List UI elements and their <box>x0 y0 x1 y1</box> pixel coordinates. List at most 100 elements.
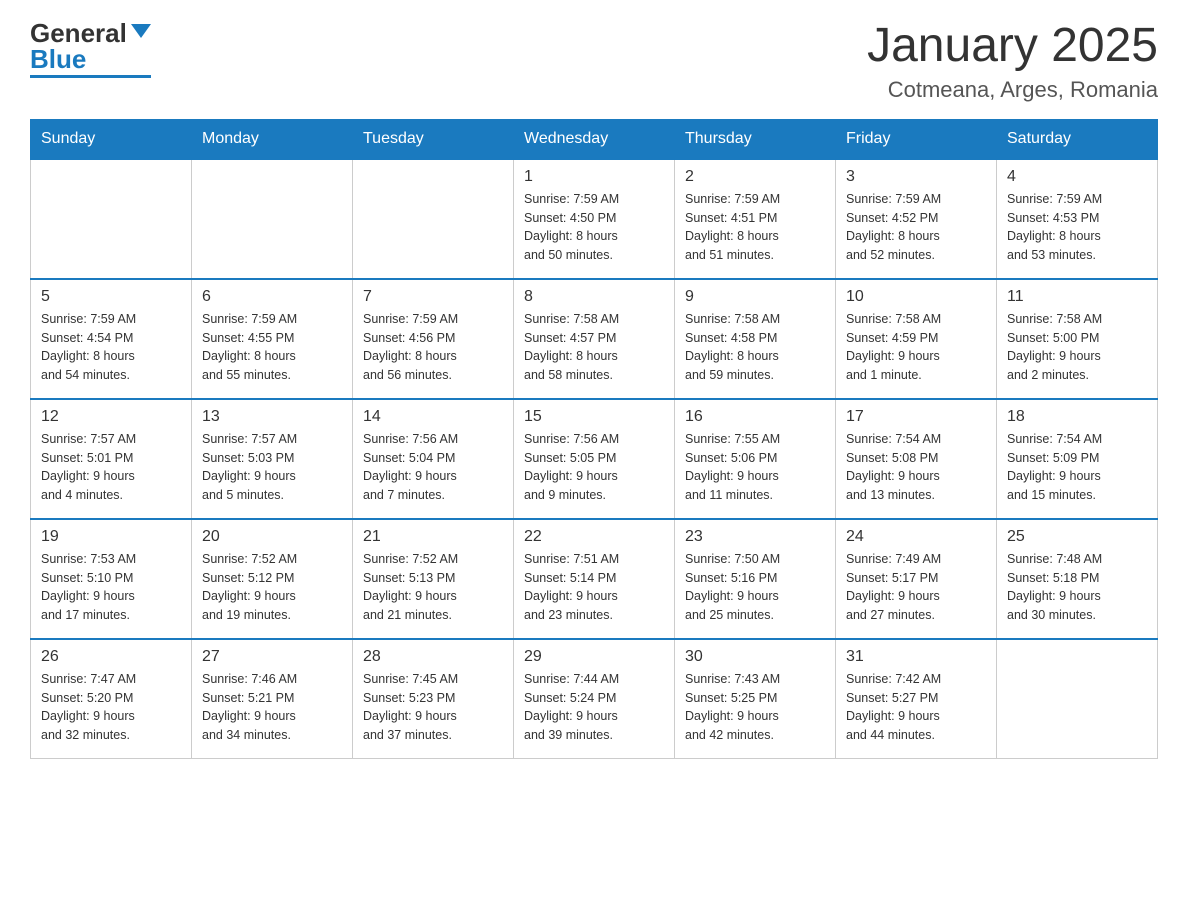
calendar-cell: 13 Sunrise: 7:57 AM Sunset: 5:03 PM Dayli… <box>192 399 353 519</box>
calendar-cell: 12Sunrise: 7:57 AM Sunset: 5:01 PM Dayli… <box>31 399 192 519</box>
day-number: 3 <box>846 168 986 186</box>
day-info: Sunrise: 7:44 AM Sunset: 5:24 PM Dayligh… <box>524 670 664 745</box>
calendar-cell <box>31 159 192 279</box>
calendar-cell: 24Sunrise: 7:49 AM Sunset: 5:17 PM Dayli… <box>836 519 997 639</box>
day-info: Sunrise: 7:52 AM Sunset: 5:13 PM Dayligh… <box>363 550 503 625</box>
day-number: 19 <box>41 528 181 546</box>
calendar-cell: 21 Sunrise: 7:52 AM Sunset: 5:13 PM Dayli… <box>353 519 514 639</box>
calendar-cell <box>353 159 514 279</box>
day-info: Sunrise: 7:58 AM Sunset: 4:59 PM Dayligh… <box>846 310 986 385</box>
day-number: 12 <box>41 408 181 426</box>
day-header-saturday: Saturday <box>997 119 1158 159</box>
day-number: 14 <box>363 408 503 426</box>
day-number: 2 <box>685 168 825 186</box>
calendar-week-row: 5Sunrise: 7:59 AM Sunset: 4:54 PM Daylig… <box>31 279 1158 399</box>
subtitle: Cotmeana, Arges, Romania <box>867 77 1158 103</box>
calendar-cell <box>997 639 1158 759</box>
day-header-monday: Monday <box>192 119 353 159</box>
day-info: Sunrise: 7:57 AM Sunset: 5:03 PM Dayligh… <box>202 430 342 505</box>
day-info: Sunrise: 7:59 AM Sunset: 4:51 PM Dayligh… <box>685 190 825 265</box>
day-info: Sunrise: 7:59 AM Sunset: 4:50 PM Dayligh… <box>524 190 664 265</box>
calendar-cell: 6 Sunrise: 7:59 AM Sunset: 4:55 PM Daylig… <box>192 279 353 399</box>
day-number: 11 <box>1007 288 1147 306</box>
logo-underline <box>30 75 151 78</box>
calendar-cell: 30Sunrise: 7:43 AM Sunset: 5:25 PM Dayli… <box>675 639 836 759</box>
day-info: Sunrise: 7:58 AM Sunset: 4:57 PM Dayligh… <box>524 310 664 385</box>
page-title: January 2025 <box>867 20 1158 73</box>
day-info: Sunrise: 7:59 AM Sunset: 4:55 PM Dayligh… <box>202 310 342 385</box>
day-info: Sunrise: 7:47 AM Sunset: 5:20 PM Dayligh… <box>41 670 181 745</box>
day-info: Sunrise: 7:53 AM Sunset: 5:10 PM Dayligh… <box>41 550 181 625</box>
calendar-cell: 31 Sunrise: 7:42 AM Sunset: 5:27 PM Dayli… <box>836 639 997 759</box>
day-number: 1 <box>524 168 664 186</box>
day-info: Sunrise: 7:59 AM Sunset: 4:54 PM Dayligh… <box>41 310 181 385</box>
day-number: 22 <box>524 528 664 546</box>
day-header-tuesday: Tuesday <box>353 119 514 159</box>
day-number: 23 <box>685 528 825 546</box>
calendar-cell: 20 Sunrise: 7:52 AM Sunset: 5:12 PM Dayli… <box>192 519 353 639</box>
day-info: Sunrise: 7:56 AM Sunset: 5:05 PM Dayligh… <box>524 430 664 505</box>
day-number: 9 <box>685 288 825 306</box>
day-number: 24 <box>846 528 986 546</box>
day-number: 6 <box>202 288 342 306</box>
calendar-week-row: 12Sunrise: 7:57 AM Sunset: 5:01 PM Dayli… <box>31 399 1158 519</box>
day-info: Sunrise: 7:59 AM Sunset: 4:56 PM Dayligh… <box>363 310 503 385</box>
day-header-friday: Friday <box>836 119 997 159</box>
day-number: 31 <box>846 648 986 666</box>
day-header-thursday: Thursday <box>675 119 836 159</box>
day-number: 18 <box>1007 408 1147 426</box>
day-info: Sunrise: 7:56 AM Sunset: 5:04 PM Dayligh… <box>363 430 503 505</box>
logo-triangle-icon <box>131 24 151 38</box>
calendar-cell: 29 Sunrise: 7:44 AM Sunset: 5:24 PM Dayli… <box>514 639 675 759</box>
day-info: Sunrise: 7:42 AM Sunset: 5:27 PM Dayligh… <box>846 670 986 745</box>
logo-general-text: General <box>30 20 127 46</box>
calendar-cell: 19 Sunrise: 7:53 AM Sunset: 5:10 PM Dayli… <box>31 519 192 639</box>
calendar-cell: 5Sunrise: 7:59 AM Sunset: 4:54 PM Daylig… <box>31 279 192 399</box>
day-header-sunday: Sunday <box>31 119 192 159</box>
day-info: Sunrise: 7:59 AM Sunset: 4:53 PM Dayligh… <box>1007 190 1147 265</box>
day-info: Sunrise: 7:59 AM Sunset: 4:52 PM Dayligh… <box>846 190 986 265</box>
calendar-cell: 14 Sunrise: 7:56 AM Sunset: 5:04 PM Dayli… <box>353 399 514 519</box>
day-info: Sunrise: 7:46 AM Sunset: 5:21 PM Dayligh… <box>202 670 342 745</box>
day-info: Sunrise: 7:43 AM Sunset: 5:25 PM Dayligh… <box>685 670 825 745</box>
calendar-cell: 1 Sunrise: 7:59 AM Sunset: 4:50 PM Daylig… <box>514 159 675 279</box>
day-number: 28 <box>363 648 503 666</box>
calendar-cell: 9 Sunrise: 7:58 AM Sunset: 4:58 PM Daylig… <box>675 279 836 399</box>
calendar-cell: 22 Sunrise: 7:51 AM Sunset: 5:14 PM Dayli… <box>514 519 675 639</box>
calendar-cell: 3 Sunrise: 7:59 AM Sunset: 4:52 PM Daylig… <box>836 159 997 279</box>
calendar-week-row: 19 Sunrise: 7:53 AM Sunset: 5:10 PM Dayli… <box>31 519 1158 639</box>
calendar-cell <box>192 159 353 279</box>
calendar-cell: 7Sunrise: 7:59 AM Sunset: 4:56 PM Daylig… <box>353 279 514 399</box>
day-number: 13 <box>202 408 342 426</box>
day-info: Sunrise: 7:58 AM Sunset: 5:00 PM Dayligh… <box>1007 310 1147 385</box>
calendar-cell: 11 Sunrise: 7:58 AM Sunset: 5:00 PM Dayli… <box>997 279 1158 399</box>
calendar-cell: 17Sunrise: 7:54 AM Sunset: 5:08 PM Dayli… <box>836 399 997 519</box>
logo-blue-text: Blue <box>30 46 86 72</box>
day-number: 27 <box>202 648 342 666</box>
calendar-cell: 4 Sunrise: 7:59 AM Sunset: 4:53 PM Daylig… <box>997 159 1158 279</box>
calendar-cell: 15 Sunrise: 7:56 AM Sunset: 5:05 PM Dayli… <box>514 399 675 519</box>
calendar-cell: 27 Sunrise: 7:46 AM Sunset: 5:21 PM Dayli… <box>192 639 353 759</box>
calendar-cell: 18 Sunrise: 7:54 AM Sunset: 5:09 PM Dayli… <box>997 399 1158 519</box>
day-number: 4 <box>1007 168 1147 186</box>
day-info: Sunrise: 7:58 AM Sunset: 4:58 PM Dayligh… <box>685 310 825 385</box>
calendar-cell: 8 Sunrise: 7:58 AM Sunset: 4:57 PM Daylig… <box>514 279 675 399</box>
day-info: Sunrise: 7:54 AM Sunset: 5:09 PM Dayligh… <box>1007 430 1147 505</box>
calendar-cell: 25Sunrise: 7:48 AM Sunset: 5:18 PM Dayli… <box>997 519 1158 639</box>
day-number: 29 <box>524 648 664 666</box>
day-number: 10 <box>846 288 986 306</box>
day-info: Sunrise: 7:52 AM Sunset: 5:12 PM Dayligh… <box>202 550 342 625</box>
title-area: January 2025 Cotmeana, Arges, Romania <box>867 20 1158 103</box>
calendar-header-row: SundayMondayTuesdayWednesdayThursdayFrid… <box>31 119 1158 159</box>
day-info: Sunrise: 7:51 AM Sunset: 5:14 PM Dayligh… <box>524 550 664 625</box>
calendar-cell: 26Sunrise: 7:47 AM Sunset: 5:20 PM Dayli… <box>31 639 192 759</box>
day-info: Sunrise: 7:45 AM Sunset: 5:23 PM Dayligh… <box>363 670 503 745</box>
day-info: Sunrise: 7:50 AM Sunset: 5:16 PM Dayligh… <box>685 550 825 625</box>
day-number: 15 <box>524 408 664 426</box>
day-number: 8 <box>524 288 664 306</box>
header: General Blue January 2025 Cotmeana, Arge… <box>30 20 1158 103</box>
calendar-cell: 2 Sunrise: 7:59 AM Sunset: 4:51 PM Daylig… <box>675 159 836 279</box>
day-number: 21 <box>363 528 503 546</box>
day-number: 20 <box>202 528 342 546</box>
day-info: Sunrise: 7:54 AM Sunset: 5:08 PM Dayligh… <box>846 430 986 505</box>
